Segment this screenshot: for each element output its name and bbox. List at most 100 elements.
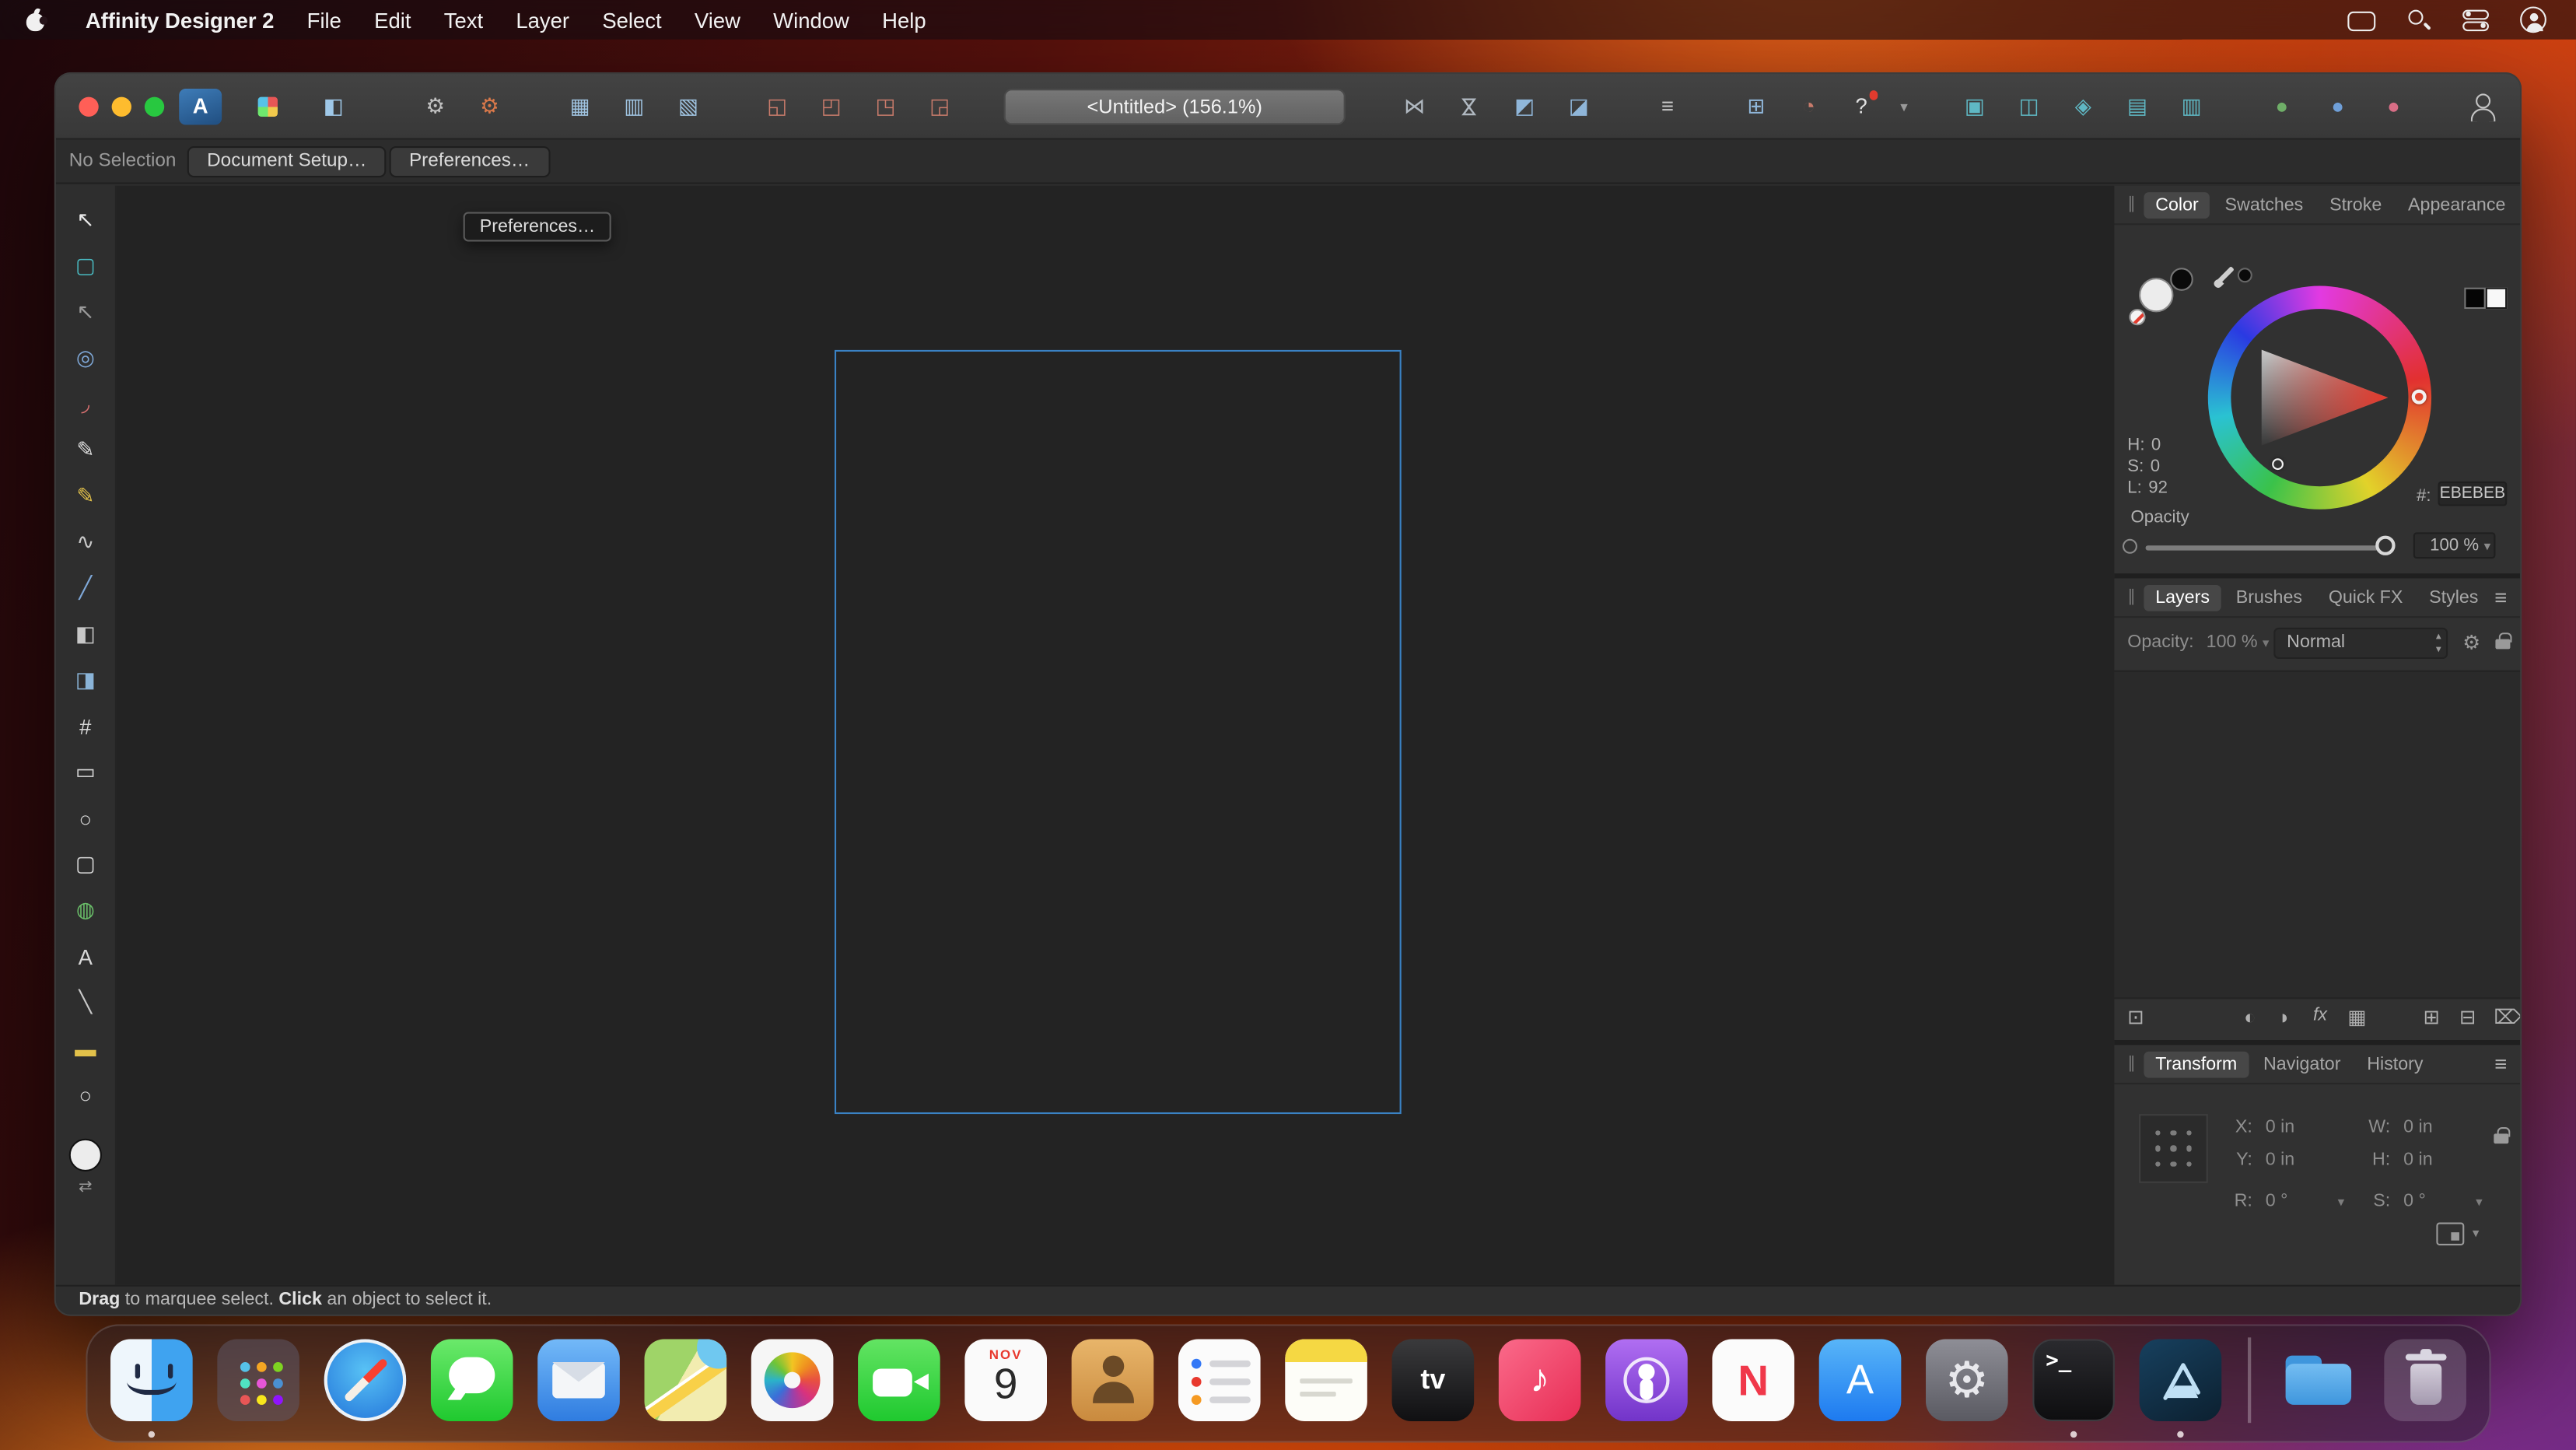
cloud-sync-icon[interactable]: ● [2318, 89, 2357, 124]
blend-options-gear-icon[interactable]: ⚙ [2462, 631, 2480, 654]
dock-messages-icon[interactable] [428, 1336, 516, 1424]
assistant-dropdown-icon[interactable]: ▾ [1894, 89, 1913, 124]
alignment-icon[interactable]: ≡ [1648, 89, 1688, 124]
dock-notes-icon[interactable] [1282, 1336, 1370, 1424]
user-icon[interactable] [2520, 6, 2546, 33]
fill-tool-icon[interactable]: ◧ [64, 613, 107, 656]
panel-menu-icon[interactable]: ≡ [2494, 585, 2507, 610]
tab-color[interactable]: Color [2144, 191, 2210, 218]
opacity-slider[interactable] [2146, 545, 2389, 550]
snapping-icon[interactable]: ▦ [560, 89, 600, 124]
dock-photos-icon[interactable] [748, 1336, 837, 1424]
dock-downloads-icon[interactable] [2273, 1336, 2362, 1424]
aspect-lock-icon[interactable] [2494, 1127, 2508, 1144]
transform-origin-icon[interactable] [2436, 1222, 2464, 1245]
split-view-icon[interactable]: ◫ [2009, 89, 2049, 124]
dock-safari-icon[interactable] [320, 1336, 409, 1424]
symbols-icon[interactable]: ◈ [2063, 89, 2103, 124]
dock-mail-icon[interactable] [534, 1336, 623, 1424]
assistant-icon[interactable]: ? [1842, 89, 1881, 124]
dock-launchpad-icon[interactable] [214, 1336, 303, 1424]
delete-layer-icon[interactable]: ⌦ [2494, 1006, 2522, 1029]
layers-opacity-dropdown[interactable]: 100 %▾ [2207, 632, 2270, 652]
insert-behind-icon[interactable]: ◱ [758, 89, 797, 124]
document-setup-icon[interactable]: ⚙ [415, 89, 455, 124]
hex-value-field[interactable]: EBEBEB [2438, 482, 2508, 506]
rectangle-tool-icon[interactable]: ▭ [64, 751, 107, 793]
dock-system-settings-icon[interactable]: ⚙ [1923, 1336, 2011, 1424]
measure-tool-icon[interactable]: ▬ [64, 1027, 107, 1070]
add-pixel-layer-icon[interactable]: ⊟ [2459, 1006, 2476, 1029]
menu-file[interactable]: File [291, 8, 359, 33]
tab-styles[interactable]: Styles [2417, 584, 2490, 611]
control-center-icon[interactable] [2462, 8, 2490, 33]
apple-menu-icon[interactable] [26, 9, 46, 30]
dock-app-store-icon[interactable]: A [1816, 1336, 1905, 1424]
move-to-front-icon[interactable]: ◩ [1505, 89, 1545, 124]
tab-swatches[interactable]: Swatches [2214, 191, 2315, 218]
rotation-field[interactable]: 0 ° [2266, 1191, 2288, 1210]
show-grid-icon[interactable]: ▥ [614, 89, 654, 124]
white-swatch[interactable] [2486, 288, 2507, 309]
sl-selector-dot[interactable] [2272, 458, 2284, 470]
edit-all-layers-icon[interactable]: ⊡ [2127, 1006, 2144, 1029]
zoom-button[interactable] [145, 97, 164, 117]
live-docs-icon[interactable]: ● [2374, 89, 2413, 124]
menu-select[interactable]: Select [586, 8, 678, 33]
fx-icon[interactable]: fx [2313, 1006, 2327, 1025]
account-icon[interactable] [2462, 89, 2502, 124]
tab-appearance[interactable]: Appearance [2396, 191, 2517, 218]
tab-brushes[interactable]: Brushes [2224, 584, 2314, 611]
dock-finder-icon[interactable] [107, 1336, 196, 1424]
dock-music-icon[interactable]: ♪ [1496, 1336, 1584, 1424]
move-tool-icon[interactable]: ↖ [64, 199, 107, 242]
pixel-alignment-icon[interactable]: ▧ [669, 89, 709, 124]
display-icon[interactable] [2347, 12, 2375, 31]
artboard-tool-icon[interactable]: ▢ [64, 245, 107, 288]
layers-list-empty[interactable] [2114, 671, 2520, 999]
w-field[interactable]: 0 in [2403, 1117, 2432, 1137]
menu-app-name[interactable]: Affinity Designer 2 [69, 8, 291, 33]
menu-layer[interactable]: Layer [499, 8, 586, 33]
point-transform-tool-icon[interactable]: ◎ [64, 337, 107, 380]
stepper-icon[interactable]: ▴▾ [2436, 631, 2441, 657]
stroke-color-well[interactable] [2170, 268, 2193, 291]
live-filter-icon[interactable]: ▦ [2347, 1006, 2366, 1029]
tab-navigator[interactable]: Navigator [2252, 1051, 2352, 1077]
document-title-dropdown[interactable]: <Untitled> (156.1%) [1004, 89, 1346, 124]
dock-terminal-icon[interactable]: >_ [2029, 1336, 2118, 1424]
canvas[interactable]: Preferences… [117, 186, 2114, 1285]
preferences-icon[interactable]: ⚙ [470, 89, 509, 124]
assets-icon[interactable]: ▤ [2118, 89, 2158, 124]
color-picker-tool-icon[interactable]: ╲ [64, 981, 107, 1024]
move-to-back-icon[interactable]: ◪ [1559, 89, 1598, 124]
guides-icon[interactable]: ⊞ [1737, 89, 1776, 124]
flip-vertical-icon[interactable]: ⋈ [1451, 87, 1486, 127]
dock-calendar-icon[interactable]: NOV9 [961, 1336, 1050, 1424]
lock-icon[interactable] [2495, 632, 2510, 649]
menu-help[interactable]: Help [866, 8, 943, 33]
dock-news-icon[interactable]: N [1709, 1336, 1797, 1424]
minimize-button[interactable] [112, 97, 131, 117]
pen-tool-icon[interactable]: ✎ [64, 429, 107, 471]
constraints-icon[interactable]: ▥ [2172, 89, 2211, 124]
spotlight-search-icon[interactable] [2405, 8, 2433, 33]
text-tool-icon[interactable]: A [64, 935, 107, 978]
x-field[interactable]: 0 in [2266, 1117, 2294, 1137]
document-setup-button[interactable]: Document Setup… [187, 146, 387, 177]
dock-facetime-icon[interactable] [855, 1336, 943, 1424]
corner-tool-icon[interactable]: ◞ [64, 383, 107, 426]
ellipse-tool-icon[interactable]: ○ [64, 797, 107, 839]
chevron-down-icon[interactable]: ▾ [2473, 1226, 2479, 1241]
swap-colors-icon[interactable]: ⇄ [79, 1178, 93, 1196]
tab-layers[interactable]: Layers [2144, 584, 2221, 611]
tab-stroke[interactable]: Stroke [2318, 191, 2393, 218]
add-layer-icon[interactable]: ⊞ [2423, 1006, 2439, 1029]
rotate-canvas-icon[interactable]: ◔ [1789, 89, 1829, 124]
panel-menu-icon[interactable]: ≡ [2520, 192, 2522, 217]
menu-text[interactable]: Text [428, 8, 500, 33]
color-wheel[interactable] [2208, 286, 2431, 510]
hue-selector-dot[interactable] [2412, 390, 2427, 405]
blend-mode-dropdown[interactable]: Normal▴▾ [2273, 628, 2448, 659]
replace-selection-icon[interactable]: ◲ [920, 89, 960, 124]
